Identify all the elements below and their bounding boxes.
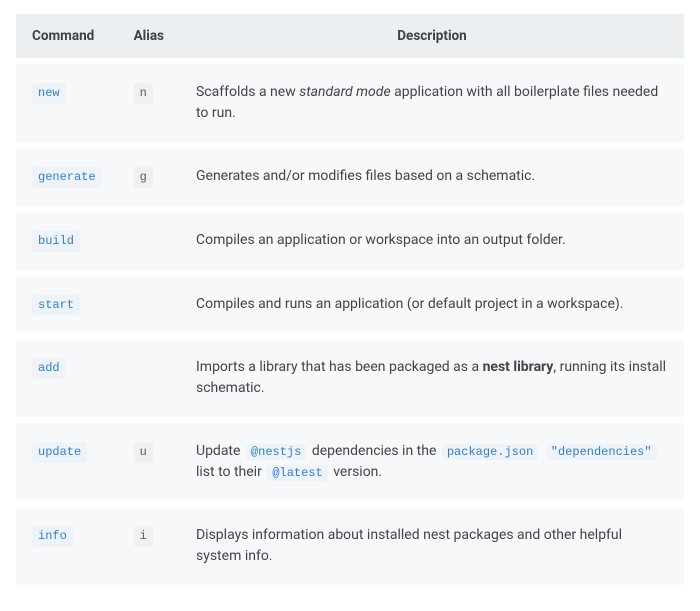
alias-code: g	[134, 167, 153, 188]
cell-command: info	[16, 507, 118, 585]
cell-description: Imports a library that has been packaged…	[180, 339, 684, 417]
cell-description: Scaffolds a new standard mode applicatio…	[180, 64, 684, 142]
cell-command: build	[16, 212, 118, 270]
cell-description: Displays information about installed nes…	[180, 507, 684, 585]
col-header-command: Command	[16, 14, 118, 58]
command-code: add	[32, 358, 66, 379]
command-code: build	[32, 231, 80, 252]
cli-commands-table: Command Alias Description new n Scaffolds …	[16, 8, 684, 591]
table-row: add Imports a library that has been packa…	[16, 339, 684, 417]
command-code: info	[32, 526, 73, 547]
cell-command: generate	[16, 148, 118, 206]
table-row: build Compiles an application or workspac…	[16, 212, 684, 270]
cell-description: Update @nestjs dependencies in the packa…	[180, 423, 684, 501]
cell-alias: g	[118, 148, 180, 206]
command-code: start	[32, 295, 80, 316]
cell-command: update	[16, 423, 118, 501]
alias-code: u	[134, 442, 153, 463]
cell-alias	[118, 339, 180, 417]
cell-description: Compiles an application or workspace int…	[180, 212, 684, 270]
table-row: info i Displays information about installe…	[16, 507, 684, 585]
cell-command: start	[16, 276, 118, 334]
col-header-alias: Alias	[118, 14, 180, 58]
command-code: update	[32, 442, 87, 463]
cell-command: add	[16, 339, 118, 417]
table-row: generate g Generates and/or modifies files…	[16, 148, 684, 206]
cell-alias: i	[118, 507, 180, 585]
table-row: start Compiles and runs an application (o…	[16, 276, 684, 334]
cell-alias: u	[118, 423, 180, 501]
cell-description: Generates and/or modifies files based on…	[180, 148, 684, 206]
col-header-description: Description	[180, 14, 684, 58]
alias-code: n	[134, 83, 153, 104]
command-code: new	[32, 83, 66, 104]
cell-command: new	[16, 64, 118, 142]
table-row: new n Scaffolds a new standard mode applic…	[16, 64, 684, 142]
table-row: update u Update @nestjs dependencies in th…	[16, 423, 684, 501]
cell-alias: n	[118, 64, 180, 142]
cell-description: Compiles and runs an application (or def…	[180, 276, 684, 334]
cli-commands-table-page: Command Alias Description new n Scaffolds …	[0, 0, 700, 611]
cell-alias	[118, 212, 180, 270]
alias-code: i	[134, 526, 153, 547]
table-body: new n Scaffolds a new standard mode applic…	[16, 64, 684, 585]
cell-alias	[118, 276, 180, 334]
table-header-row: Command Alias Description	[16, 14, 684, 58]
command-code: generate	[32, 167, 102, 188]
